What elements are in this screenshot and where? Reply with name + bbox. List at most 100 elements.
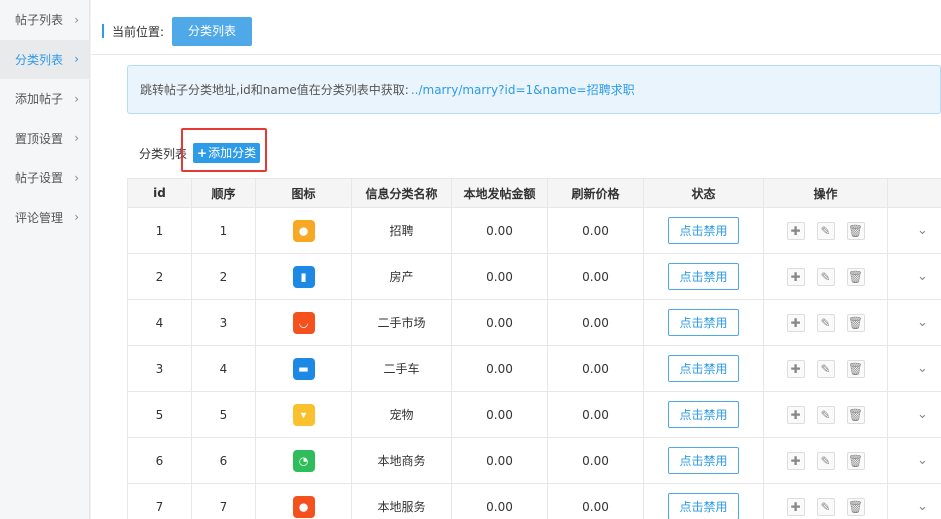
cell-expand: ⌄ <box>887 299 941 346</box>
icon-glyph: ▬ <box>298 362 309 375</box>
cell-status: 点击禁用 <box>643 437 764 484</box>
sidebar-item-4[interactable]: 帖子设置 › <box>0 158 89 198</box>
cell-refresh-price: 0.00 <box>547 299 644 346</box>
cell-name: 招聘 <box>351 207 452 254</box>
cell-order: 3 <box>191 299 256 346</box>
chevron-down-icon[interactable]: ⌄ <box>917 361 928 376</box>
delete-icon[interactable]: 🗑 <box>846 359 865 378</box>
disable-button[interactable]: 点击禁用 <box>668 217 739 244</box>
column-header: 刷新价格 <box>547 178 644 208</box>
car-icon: ▬ <box>292 357 315 380</box>
cell-status: 点击禁用 <box>643 253 764 300</box>
column-header <box>887 178 941 208</box>
chevron-down-icon[interactable]: ⌄ <box>917 223 928 238</box>
sidebar-item-5[interactable]: 评论管理 › <box>0 198 89 238</box>
cell-expand: ⌄ <box>887 207 941 254</box>
cell-icon: ▬ <box>255 345 352 392</box>
disable-button[interactable]: 点击禁用 <box>668 447 739 474</box>
sidebar-item-0[interactable]: 帖子列表 › <box>0 0 89 40</box>
cell-order: 6 <box>191 437 256 484</box>
table-row: 5 5 ▾ 宠物 0.00 0.00 点击禁用 ✚ ✎ 🗑 ⌄ <box>127 391 941 438</box>
cell-icon: ● <box>255 483 352 519</box>
location-pin-icon: ● <box>292 495 315 518</box>
cell-refresh-price: 0.00 <box>547 207 644 254</box>
cell-status: 点击禁用 <box>643 345 764 392</box>
cell-status: 点击禁用 <box>643 391 764 438</box>
cell-status: 点击禁用 <box>643 483 764 519</box>
icon-glyph: ● <box>298 500 309 513</box>
chevron-down-icon[interactable]: ⌄ <box>917 407 928 422</box>
cell-order: 2 <box>191 253 256 300</box>
edit-icon[interactable]: ✎ <box>816 359 835 378</box>
delete-icon[interactable]: 🗑 <box>846 267 865 286</box>
add-icon[interactable]: ✚ <box>786 359 805 378</box>
cell-icon: ◔ <box>255 437 352 484</box>
add-icon[interactable]: ✚ <box>786 313 805 332</box>
cell-post-fee: 0.00 <box>451 207 548 254</box>
info-notice: 跳转帖子分类地址,id和name值在分类列表中获取: ../marry/marr… <box>127 65 941 114</box>
sidebar-item-label: 添加帖子 <box>15 92 64 107</box>
cell-name: 宠物 <box>351 391 452 438</box>
column-header: 顺序 <box>191 178 256 208</box>
table-row: 3 4 ▬ 二手车 0.00 0.00 点击禁用 ✚ ✎ 🗑 ⌄ <box>127 345 941 392</box>
cell-id: 5 <box>127 391 192 438</box>
cell-name: 二手车 <box>351 345 452 392</box>
sidebar-item-3[interactable]: 置顶设置 › <box>0 119 89 159</box>
edit-icon[interactable]: ✎ <box>816 497 835 516</box>
sidebar-item-label: 评论管理 <box>15 210 64 225</box>
breadcrumb-current-tab[interactable]: 分类列表 <box>172 16 253 46</box>
cell-post-fee: 0.00 <box>451 483 548 519</box>
delete-icon[interactable]: 🗑 <box>846 221 865 240</box>
add-icon[interactable]: ✚ <box>786 405 805 424</box>
edit-icon[interactable]: ✎ <box>816 267 835 286</box>
column-header: 本地发帖金额 <box>451 178 548 208</box>
cell-order: 4 <box>191 345 256 392</box>
add-icon[interactable]: ✚ <box>786 451 805 470</box>
cell-name: 二手市场 <box>351 299 452 346</box>
add-icon[interactable]: ✚ <box>786 267 805 286</box>
sidebar-item-label: 帖子设置 <box>15 171 64 186</box>
add-icon[interactable]: ✚ <box>786 497 805 516</box>
disable-button[interactable]: 点击禁用 <box>668 263 739 290</box>
cell-ops: ✚ ✎ 🗑 <box>763 207 888 254</box>
disable-button[interactable]: 点击禁用 <box>668 401 739 428</box>
cell-ops: ✚ ✎ 🗑 <box>763 483 888 519</box>
cell-expand: ⌄ <box>887 483 941 519</box>
cell-icon: ▮ <box>255 253 352 300</box>
chevron-right-icon: › <box>74 52 79 67</box>
delete-icon[interactable]: 🗑 <box>846 497 865 516</box>
house-icon: ▮ <box>292 265 315 288</box>
sidebar-item-label: 置顶设置 <box>15 131 64 146</box>
breadcrumb-marker <box>102 24 104 38</box>
column-header: 状态 <box>643 178 764 208</box>
edit-icon[interactable]: ✎ <box>816 221 835 240</box>
table-row: 1 1 ● 招聘 0.00 0.00 点击禁用 ✚ ✎ 🗑 ⌄ <box>127 207 941 254</box>
chevron-down-icon[interactable]: ⌄ <box>917 499 928 514</box>
sidebar-item-label: 帖子列表 <box>15 13 64 28</box>
chevron-down-icon[interactable]: ⌄ <box>917 453 928 468</box>
column-header: 信息分类名称 <box>351 178 452 208</box>
disable-button[interactable]: 点击禁用 <box>668 493 739 519</box>
sidebar-item-1[interactable]: 分类列表 › <box>0 39 89 79</box>
sidebar-item-2[interactable]: 添加帖子 › <box>0 79 89 119</box>
icon-glyph: ▾ <box>300 408 307 421</box>
cell-name: 本地服务 <box>351 483 452 519</box>
notice-path: ../marry/marry?id=1&name=招聘求职 <box>410 83 635 97</box>
edit-icon[interactable]: ✎ <box>816 405 835 424</box>
delete-icon[interactable]: 🗑 <box>846 451 865 470</box>
chevron-down-icon[interactable]: ⌄ <box>917 315 928 330</box>
edit-icon[interactable]: ✎ <box>816 313 835 332</box>
cell-refresh-price: 0.00 <box>547 483 644 519</box>
cell-name: 本地商务 <box>351 437 452 484</box>
disable-button[interactable]: 点击禁用 <box>668 309 739 336</box>
chevron-down-icon[interactable]: ⌄ <box>917 269 928 284</box>
delete-icon[interactable]: 🗑 <box>846 405 865 424</box>
add-icon[interactable]: ✚ <box>786 221 805 240</box>
edit-icon[interactable]: ✎ <box>816 451 835 470</box>
cell-status: 点击禁用 <box>643 299 764 346</box>
delete-icon[interactable]: 🗑 <box>846 313 865 332</box>
cell-name: 房产 <box>351 253 452 300</box>
cell-refresh-price: 0.00 <box>547 437 644 484</box>
disable-button[interactable]: 点击禁用 <box>668 355 739 382</box>
cell-post-fee: 0.00 <box>451 437 548 484</box>
